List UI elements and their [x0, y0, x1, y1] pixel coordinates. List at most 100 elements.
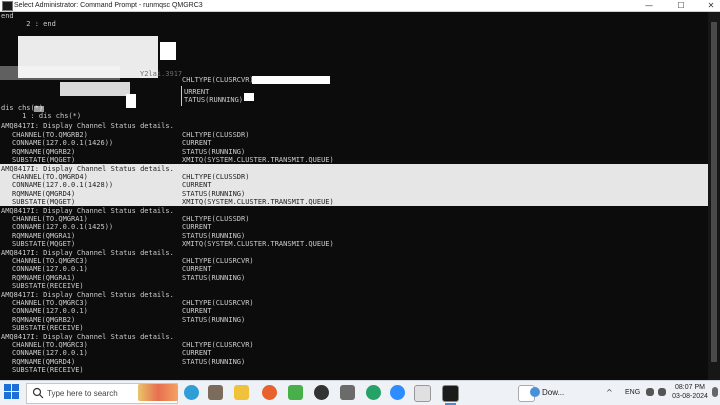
channel-substate: SUBSTATE(MQGET) [12, 156, 76, 164]
channel-substate: SUBSTATE(RECEIVE) [12, 324, 84, 332]
channel-status: STATUS(RUNNING) [182, 316, 246, 324]
whatsapp-icon[interactable] [366, 385, 381, 400]
status-header: AMQ8417I: Display Channel Status details… [1, 207, 174, 215]
channel-type: CHLTYPE(CLUSSDR) [182, 173, 250, 181]
channel-type: CHLTYPE(CLUSSDR) [182, 215, 250, 223]
console-line: end [1, 12, 14, 20]
channel-status: STATUS(RUNNING) [182, 232, 246, 240]
channel-status: STATUS(RUNNING) [182, 274, 246, 282]
channel-current: CURRENT [182, 265, 212, 273]
channel-name: CHANNEL(TO.QMGRB2) [12, 131, 88, 139]
channel-xmitq: XMITQ(SYSTEM.CLUSTER.TRANSMIT.QUEUE) [182, 240, 334, 248]
channel-name: CHANNEL(TO.QMGRA1) [12, 215, 88, 223]
console-line: 1 : dis chs(*) [1, 112, 82, 120]
channel-current: CURRENT [182, 349, 212, 357]
channel-status: STATUS(RUNNING) [182, 358, 246, 366]
notification-icon[interactable] [712, 387, 718, 397]
console-output[interactable]: end 2 : end Y2lai.3917 CHLTYPE(CLUSRCVR)… [0, 12, 708, 380]
apps-icon[interactable] [208, 385, 223, 400]
channel-current: CURRENT [182, 223, 212, 231]
channel-rqmname: RQMNAME(QMGRD4) [12, 358, 76, 366]
opera-browser-icon[interactable] [262, 385, 277, 400]
close-button[interactable]: ✕ [696, 0, 720, 11]
status-header: AMQ8417I: Display Channel Status details… [1, 291, 174, 299]
taskbar: Type here to search Dow... ^ ENG 08:07 P… [0, 380, 720, 405]
weather-icon[interactable] [530, 387, 540, 397]
zoom-icon[interactable] [390, 385, 405, 400]
console-line: 2 : end [1, 20, 56, 28]
status-header: AMQ8417I: Display Channel Status details… [1, 333, 174, 341]
wifi-icon[interactable] [646, 388, 654, 396]
channel-conname: CONNAME(127.0.0.1(1425)) [12, 223, 114, 231]
channel-current: CURRENT [182, 139, 212, 147]
channel-substate: SUBSTATE(MQGET) [12, 240, 76, 248]
channel-type: CHLTYPE(CLUSRCVR) [182, 76, 254, 84]
redacted-region [0, 66, 120, 80]
channel-substate: SUBSTATE(RECEIVE) [12, 366, 84, 374]
start-button[interactable] [4, 384, 20, 400]
channel-type: CHLTYPE(CLUSSDR) [182, 131, 250, 139]
clock-date: 03-08-2024 [672, 393, 708, 400]
cursor-line [181, 86, 182, 106]
search-icon [32, 387, 44, 399]
app-icon[interactable] [340, 385, 355, 400]
channel-conname: CONNAME(127.0.0.1) [12, 349, 88, 357]
channel-rqmname: RQMNAME(QMGRA1) [12, 274, 76, 282]
channel-xmitq: XMITQ(SYSTEM.CLUSTER.TRANSMIT.QUEUE) [182, 198, 334, 206]
channel-substate: SUBSTATE(RECEIVE) [12, 282, 84, 290]
system-clock[interactable]: 08:07 PM 03-08-2024 [670, 383, 710, 401]
command-prompt-taskbar-icon[interactable] [442, 385, 459, 405]
channel-status: STATUS(RUNNING) [182, 190, 246, 198]
file-explorer-icon[interactable] [234, 385, 249, 400]
redacted-region [252, 76, 330, 84]
status-header: AMQ8417I: Display Channel Status details… [1, 122, 174, 130]
channel-current: CURRENT [182, 181, 212, 189]
redacted-region [160, 42, 176, 60]
channel-type: CHLTYPE(CLUSRCVR) [182, 341, 254, 349]
language-indicator[interactable]: ENG [625, 381, 640, 404]
channel-conname: CONNAME(127.0.0.1) [12, 265, 88, 273]
channel-current: CURRENT [182, 307, 212, 315]
redacted-region [60, 82, 130, 96]
clock-time: 08:07 PM [675, 384, 705, 391]
channel-rqmname: RQMNAME(QMGRA1) [12, 232, 76, 240]
scrollbar-thumb[interactable] [711, 22, 717, 362]
volume-icon[interactable] [658, 388, 666, 396]
app-icon[interactable] [414, 385, 431, 402]
channel-xmitq: XMITQ(SYSTEM.CLUSTER.TRANSMIT.QUEUE) [182, 156, 334, 164]
command-prompt-icon [2, 1, 13, 11]
search-placeholder: Type here to search [47, 389, 118, 398]
faded-text: Y2lai.3917 [140, 70, 183, 78]
channel-conname: CONNAME(127.0.0.1) [12, 307, 88, 315]
window-title: Select Administrator: Command Prompt - r… [14, 2, 203, 9]
channel-status: STATUS(RUNNING) [182, 148, 246, 156]
minimize-button[interactable]: — [634, 0, 664, 11]
channel-current: URRENT [184, 88, 210, 96]
channel-rqmname: RQMNAME(QMGRB2) [12, 316, 76, 324]
chevron-up-icon[interactable]: ^ [606, 381, 613, 404]
channel-name: CHANNEL(TO.QMGRC3) [12, 257, 88, 265]
status-header: AMQ8417I: Display Channel Status details… [1, 165, 174, 173]
channel-name: CHANNEL(TO.QMGRC3) [12, 299, 88, 307]
redacted-region [244, 93, 254, 101]
channel-substate: SUBSTATE(MQGET) [12, 198, 76, 206]
redacted-region [126, 94, 136, 108]
channel-rqmname: RQMNAME(QMGRB2) [12, 148, 76, 156]
channel-type: CHLTYPE(CLUSRCVR) [182, 299, 254, 307]
channel-name: CHANNEL(TO.QMGRD4) [12, 173, 88, 181]
channel-conname: CONNAME(127.0.0.1(1428)) [12, 181, 114, 189]
channel-status: TATUS(RUNNING) [184, 96, 244, 104]
channel-type: CHLTYPE(CLUSRCVR) [182, 257, 254, 265]
media-player-icon[interactable] [314, 385, 329, 400]
channel-conname: CONNAME(127.0.0.1(1426)) [12, 139, 114, 147]
channel-name: CHANNEL(TO.QMGRC3) [12, 341, 88, 349]
channel-rqmname: RQMNAME(QMGRD4) [12, 190, 76, 198]
weather-label[interactable]: Dow... [542, 381, 564, 404]
maximize-button[interactable]: ☐ [666, 0, 696, 11]
search-highlight-icon [138, 384, 178, 401]
status-header: AMQ8417I: Display Channel Status details… [1, 249, 174, 257]
utorrent-icon[interactable] [288, 385, 303, 400]
edge-browser-icon[interactable] [184, 385, 199, 400]
title-bar[interactable]: Select Administrator: Command Prompt - r… [0, 0, 720, 12]
vertical-scrollbar[interactable] [708, 12, 720, 380]
